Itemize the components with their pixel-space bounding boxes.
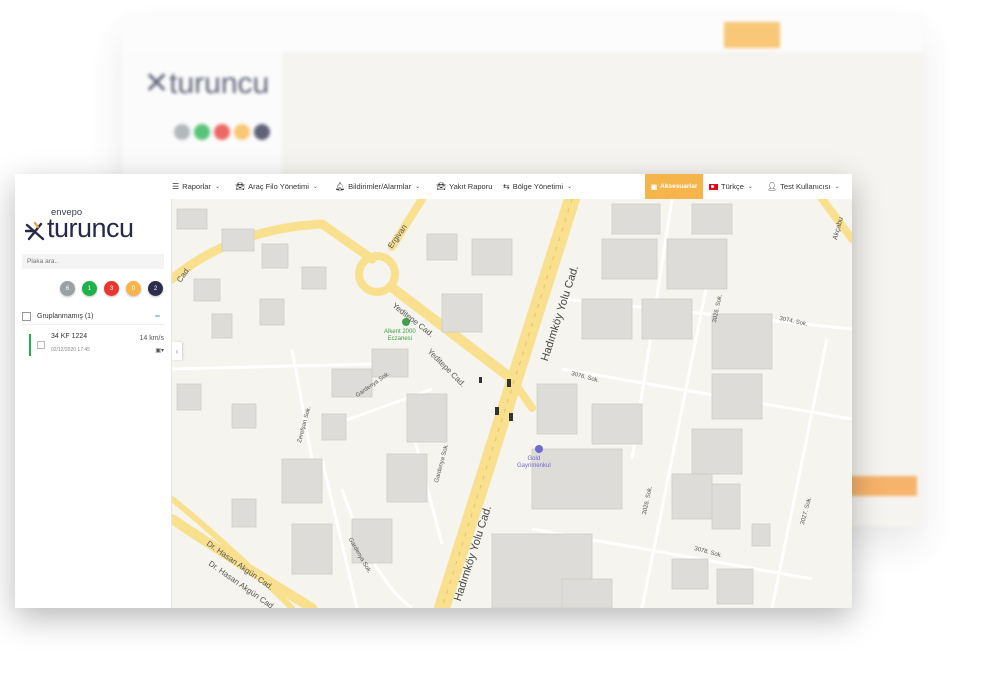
chevron-down-icon: ⌄ bbox=[214, 184, 220, 190]
map-view[interactable]: Ergivan Yeditepe Cad. Yeditepe Cad. Hadı… bbox=[172, 199, 852, 608]
nav-fleet[interactable]: 🚘︎ Araç Filo Yönetimi ⌄ bbox=[235, 174, 318, 199]
chevron-down-icon: ⌄ bbox=[312, 184, 318, 190]
collapse-group-button[interactable]: − bbox=[155, 311, 160, 321]
chevron-down-icon: ⌄ bbox=[834, 184, 840, 190]
vehicle-status-bar bbox=[29, 334, 31, 356]
status-filter-dark[interactable]: 2 bbox=[148, 281, 163, 296]
nav-reports[interactable]: ☰ Raporlar ⌄ bbox=[172, 174, 220, 199]
nav-fuel-report[interactable]: 🚘︎ Yakıt Raporu bbox=[436, 174, 492, 199]
nav-language[interactable]: Türkçe ⌄ bbox=[709, 174, 753, 199]
status-filter-green[interactable]: 1 bbox=[82, 281, 97, 296]
nav-notifications[interactable]: 🔔︎ Bildirimler/Alarmlar ⌄ bbox=[335, 174, 420, 199]
status-filter-orange[interactable]: 0 bbox=[126, 281, 141, 296]
chevron-down-icon: ⌄ bbox=[567, 184, 573, 190]
nav-region[interactable]: ⇆ Bölge Yönetimi ⌄ bbox=[503, 174, 572, 199]
chevron-down-icon: ⌄ bbox=[415, 184, 421, 190]
signpost-icon: ⇆ bbox=[503, 182, 510, 191]
bell-icon: 🔔︎ bbox=[335, 182, 346, 191]
nav-user[interactable]: 👤︎ Test Kullanıcısı ⌄ bbox=[767, 174, 840, 199]
car-icon: 🚘︎ bbox=[235, 182, 246, 191]
logo-text: turuncu bbox=[47, 213, 134, 243]
group-checkbox[interactable] bbox=[22, 312, 31, 321]
vehicle-timestamp: 02/12/2020 17:45 bbox=[51, 347, 90, 353]
vehicle-action-icons[interactable]: ▣▾ bbox=[155, 347, 164, 354]
top-navigation: ☰ Raporlar ⌄ 🚘︎ Araç Filo Yönetimi ⌄ 🔔︎ … bbox=[15, 174, 852, 200]
user-icon: 👤︎ bbox=[767, 182, 778, 191]
status-filter-red[interactable]: 3 bbox=[104, 281, 119, 296]
vehicle-plate: 34 KF 1224 bbox=[51, 333, 88, 340]
reports-icon: ☰ bbox=[172, 182, 180, 191]
status-filter-grey[interactable]: 6 bbox=[60, 281, 75, 296]
chevron-down-icon: ⌄ bbox=[747, 184, 753, 190]
sidebar-collapse-handle[interactable]: ‹ bbox=[172, 342, 182, 360]
sidebar: envepo turuncu 6 1 3 0 2 Gruplanmamış (1… bbox=[15, 199, 172, 608]
group-header[interactable]: Gruplanmamış (1) − bbox=[22, 309, 164, 325]
map-canvas bbox=[172, 199, 852, 608]
vehicle-checkbox[interactable] bbox=[37, 341, 45, 349]
vehicle-list-item[interactable]: 34 KF 1224 02/12/2020 17:45 14 km/s ▣▾ bbox=[29, 333, 164, 357]
logo: envepo turuncu bbox=[25, 207, 165, 247]
vehicle-speed: 14 km/s bbox=[139, 335, 164, 342]
bus-icon: ▣ bbox=[651, 183, 658, 191]
poi-real-estate[interactable]: Gold Gayrimenkul bbox=[517, 456, 551, 470]
app-window: ☰ Raporlar ⌄ 🚘︎ Araç Filo Yönetimi ⌄ 🔔︎ … bbox=[15, 174, 852, 608]
plate-search-input[interactable] bbox=[22, 254, 164, 269]
logo-mark-icon bbox=[25, 221, 45, 241]
poi-pharmacy[interactable]: Alkent 2000 Eczanesi bbox=[384, 329, 416, 343]
turkey-flag-icon bbox=[709, 183, 718, 190]
nav-accessories-button[interactable]: ▣ Aksesuarlar bbox=[645, 174, 704, 199]
background-logo: ✕turuncu bbox=[144, 67, 270, 100]
group-label: Gruplanmamış (1) bbox=[37, 313, 94, 320]
car-icon: 🚘︎ bbox=[436, 182, 447, 191]
